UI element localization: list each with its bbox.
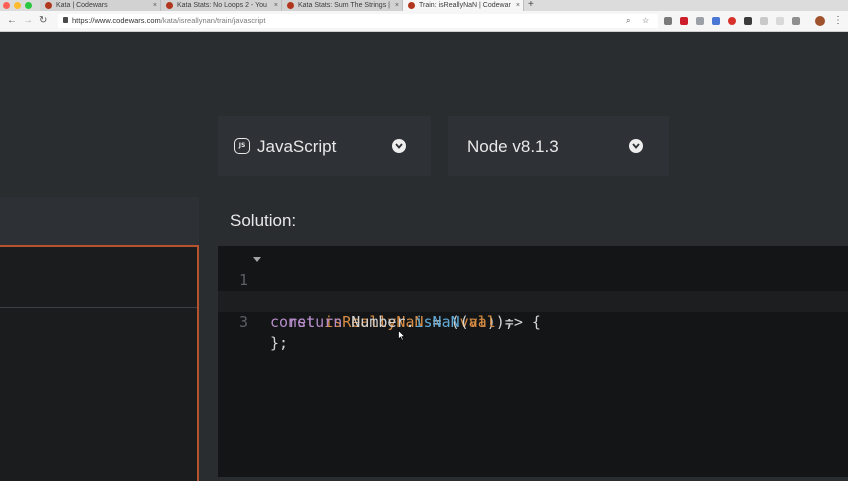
codewars-train-page: JS JavaScript Node v8.1.3 Solution: 1 co… — [0, 32, 848, 481]
browser-tab-strip: Kata | Codewars × Kata Stats: No Loops 2… — [0, 0, 848, 11]
tab-label: Kata | Codewars — [56, 2, 108, 9]
mouse-pointer-icon — [398, 330, 406, 341]
code-line[interactable]: 1 const isReallyNaN = (val) => { — [218, 249, 848, 331]
zoom-icon[interactable]: ⌕ — [626, 15, 630, 27]
code-text: return Number.isNaN(val); — [288, 313, 514, 331]
extension-icon[interactable] — [664, 17, 672, 25]
codewars-favicon-icon — [408, 2, 415, 9]
tab-label: Train: isReallyNaN | Codewars — [419, 2, 511, 9]
url-text: https://www.codewars.com/kata/isreallyna… — [72, 14, 265, 28]
code-line[interactable]: 2 return Number.isNaN(val); — [218, 270, 848, 331]
url-path: /kata/isreallynan/train/javascript — [160, 16, 266, 25]
extension-icon[interactable] — [744, 17, 752, 25]
browser-menu-icon[interactable]: ⋮ — [833, 15, 843, 27]
browser-tab[interactable]: Kata Stats: No Loops 2 - You o × — [161, 0, 282, 11]
instructions-panel-header — [0, 197, 199, 245]
extension-icon[interactable] — [760, 17, 768, 25]
extension-icon[interactable] — [712, 17, 720, 25]
url-host: https://www.codewars.com — [72, 16, 161, 25]
language-dropdown-label: JavaScript — [257, 137, 337, 156]
lock-icon — [63, 17, 68, 23]
extension-icon[interactable] — [792, 17, 800, 25]
browser-tab[interactable]: Kata | Codewars × — [40, 0, 161, 11]
code-editor[interactable]: 1 const isReallyNaN = (val) => { 2 retur… — [218, 246, 848, 477]
extension-icon[interactable] — [776, 17, 784, 25]
tab-close-icon[interactable]: × — [395, 0, 399, 11]
address-bar[interactable]: https://www.codewars.com/kata/isreallyna… — [58, 14, 658, 28]
js-logo-icon: JS — [234, 138, 250, 154]
tab-close-icon[interactable]: × — [274, 0, 278, 11]
codewars-favicon-icon — [287, 2, 294, 9]
maximize-window-button[interactable] — [25, 2, 32, 9]
codewars-favicon-icon — [45, 2, 52, 9]
instructions-panel — [0, 197, 199, 481]
new-tab-button[interactable]: + — [528, 0, 534, 10]
solution-header: Solution: — [218, 197, 848, 246]
close-window-button[interactable] — [3, 2, 10, 9]
tab-label: Kata Stats: Sum The Strings | C — [298, 2, 390, 9]
minimize-window-button[interactable] — [14, 2, 21, 9]
back-icon[interactable]: ← — [7, 15, 17, 27]
solution-title: Solution: — [230, 211, 297, 230]
browser-tab[interactable]: Kata Stats: Sum The Strings | C × — [282, 0, 403, 11]
bookmark-star-icon[interactable]: ☆ — [642, 15, 649, 27]
version-dropdown[interactable]: Node v8.1.3 — [448, 116, 669, 176]
line-number: 3 — [238, 313, 248, 331]
extension-icon[interactable] — [696, 17, 704, 25]
browser-tab-active[interactable]: Train: isReallyNaN | Codewars × — [403, 0, 524, 11]
code-line-active[interactable]: 3 }; — [218, 291, 848, 352]
chevron-down-icon — [629, 139, 643, 153]
forward-icon[interactable]: → — [23, 15, 33, 27]
browser-toolbar: ← → ↻ https://www.codewars.com/kata/isre… — [0, 11, 848, 32]
profile-avatar[interactable] — [815, 16, 825, 26]
extension-icon[interactable] — [728, 17, 736, 25]
version-dropdown-label: Node v8.1.3 — [467, 137, 559, 156]
tab-close-icon[interactable]: × — [153, 0, 157, 11]
codewars-favicon-icon — [166, 2, 173, 9]
instructions-panel-body — [0, 245, 199, 481]
solution-panel: Solution: 1 const isReallyNaN = (val) =>… — [218, 197, 848, 477]
extension-icon[interactable] — [680, 17, 688, 25]
divider — [0, 307, 197, 308]
tab-close-icon[interactable]: × — [516, 0, 520, 11]
language-dropdown[interactable]: JS JavaScript — [218, 116, 431, 176]
fold-arrow-icon[interactable] — [253, 257, 261, 262]
code-text: }; — [270, 334, 289, 352]
chevron-down-icon — [392, 139, 406, 153]
tab-label: Kata Stats: No Loops 2 - You o — [177, 2, 269, 9]
reload-icon[interactable]: ↻ — [39, 15, 47, 27]
